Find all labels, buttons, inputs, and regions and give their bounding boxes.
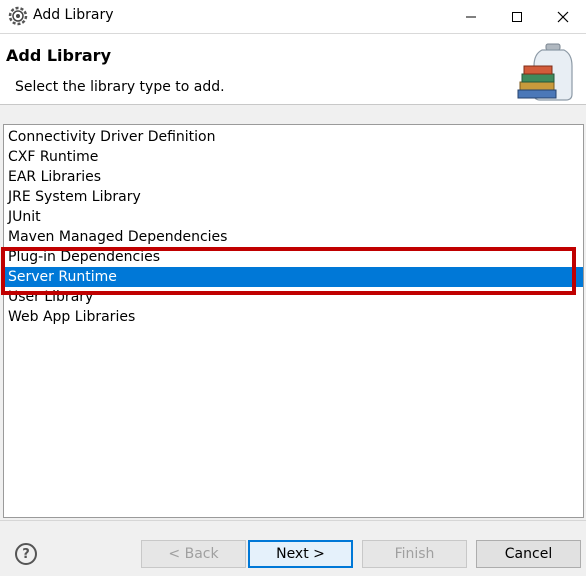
list-item[interactable]: JRE System Library xyxy=(4,187,583,207)
page-description: Select the library type to add. xyxy=(15,79,225,95)
library-jar-books-icon xyxy=(517,43,573,101)
list-item[interactable]: Connectivity Driver Definition xyxy=(4,127,583,147)
eclipse-gear-icon xyxy=(8,6,28,26)
back-button[interactable]: < Back xyxy=(141,540,246,568)
list-item[interactable]: Web App Libraries xyxy=(4,307,583,327)
page-title: Add Library xyxy=(6,46,111,65)
maximize-button[interactable] xyxy=(494,0,540,33)
list-item[interactable]: JUnit xyxy=(4,207,583,227)
next-button[interactable]: Next > xyxy=(248,540,353,568)
list-item[interactable]: CXF Runtime xyxy=(4,147,583,167)
help-icon[interactable]: ? xyxy=(15,543,37,565)
footer-divider xyxy=(0,520,586,521)
close-icon xyxy=(557,11,569,22)
minimize-icon xyxy=(466,16,476,17)
finish-button[interactable]: Finish xyxy=(362,540,467,568)
list-item[interactable]: EAR Libraries xyxy=(4,167,583,187)
list-item[interactable]: Maven Managed Dependencies xyxy=(4,227,583,247)
library-type-list[interactable]: Connectivity Driver Definition CXF Runti… xyxy=(3,124,584,518)
minimize-button[interactable] xyxy=(448,0,494,33)
list-item[interactable]: User Library xyxy=(4,287,583,307)
maximize-icon xyxy=(512,11,522,22)
window-titlebar: Add Library xyxy=(0,0,586,34)
wizard-header: Add Library Select the library type to a… xyxy=(0,34,586,105)
window-title: Add Library xyxy=(33,7,114,23)
cancel-button[interactable]: Cancel xyxy=(476,540,581,568)
close-button[interactable] xyxy=(540,0,586,33)
list-item-selected[interactable]: Server Runtime xyxy=(4,267,583,287)
list-item[interactable]: Plug-in Dependencies xyxy=(4,247,583,267)
